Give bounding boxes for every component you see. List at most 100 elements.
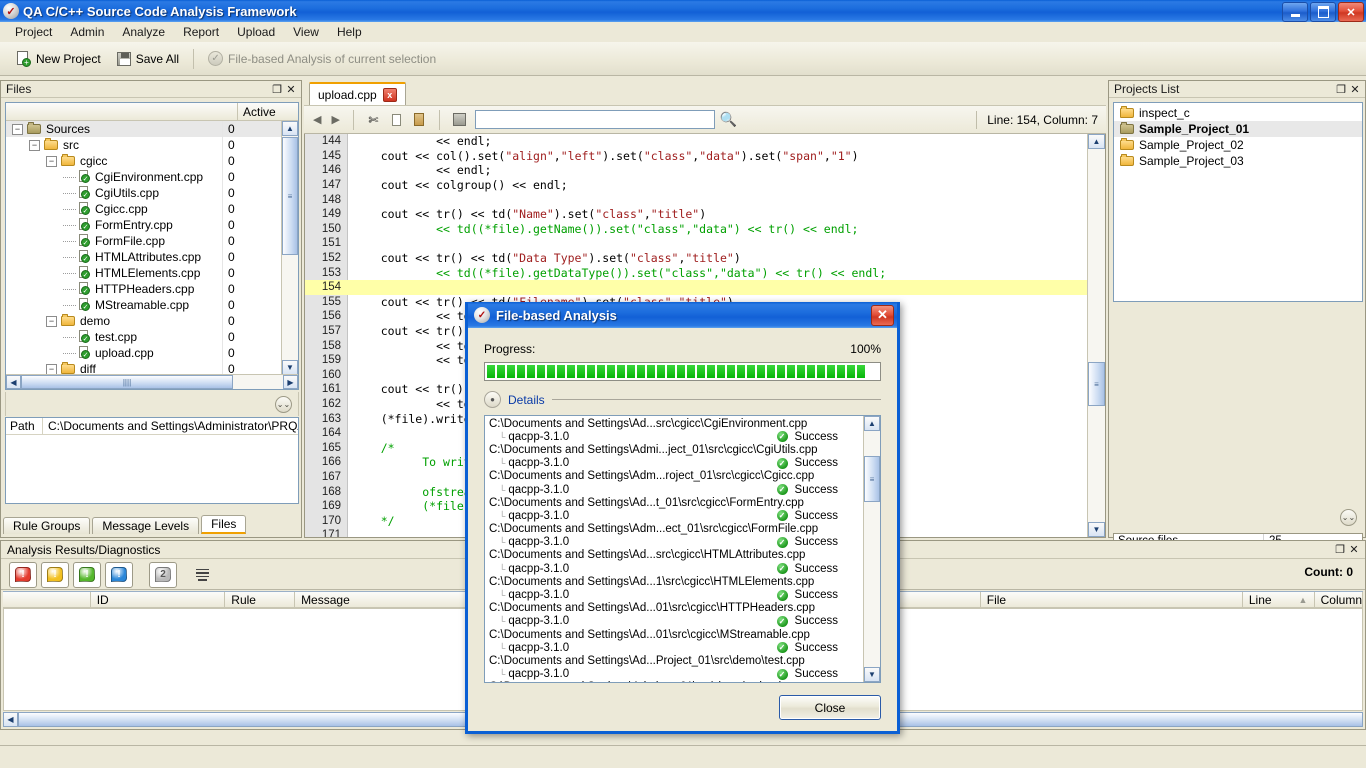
details-toggle-icon[interactable]: ● — [484, 391, 501, 408]
diag-col-column[interactable]: Column — [1315, 592, 1363, 607]
tree-item[interactable]: upload.cpp0 — [6, 345, 282, 361]
minimize-button[interactable] — [1282, 2, 1308, 22]
analysis-entry-path[interactable]: C:\Documents and Settings\Ad...01\src\cg… — [485, 602, 864, 615]
tree-item[interactable]: FormFile.cpp0 — [6, 233, 282, 249]
tree-expander-icon[interactable]: − — [46, 156, 57, 167]
paste-icon[interactable] — [410, 110, 429, 129]
chevron-down-icon[interactable]: ⌄⌄ — [275, 396, 292, 413]
scroll-left-arrow-icon[interactable]: ◀ — [6, 375, 21, 389]
files-panel-close-icon[interactable]: ✕ — [284, 83, 298, 96]
scroll-up-arrow-icon[interactable]: ▲ — [864, 416, 880, 431]
tree-expander-icon[interactable]: − — [46, 364, 57, 375]
severity-filter-info-green[interactable]: ! — [73, 562, 101, 588]
analysis-entry-tool-row[interactable]: └qacpp-3.1.0✓Success — [485, 536, 864, 549]
tree-item[interactable]: HTTPHeaders.cpp0 — [6, 281, 282, 297]
files-tree-vscrollbar[interactable]: ▲ ≡ ▼ — [281, 121, 298, 375]
files-tree-body[interactable]: −Sources0−src0−cgicc0CgiEnvironment.cpp0… — [6, 121, 282, 375]
analysis-entry-tool-row[interactable]: └qacpp-3.1.0✓Success — [485, 457, 864, 470]
analysis-entry-path[interactable]: C:\Documents and Settings\Ad...1\src\cgi… — [485, 575, 864, 588]
files-panel-tab-message-levels[interactable]: Message Levels — [92, 517, 199, 534]
severity-filter-warning[interactable]: ! — [41, 562, 69, 588]
analysis-entry-tool-row[interactable]: └qacpp-3.1.0✓Success — [485, 509, 864, 522]
tree-item[interactable]: CgiEnvironment.cpp0 — [6, 169, 282, 185]
diag-col-file[interactable]: File — [981, 592, 1243, 607]
editor-tab-close-icon[interactable]: x — [383, 88, 397, 102]
save-icon[interactable] — [450, 110, 469, 129]
tree-expander-icon[interactable]: − — [46, 316, 57, 327]
analysis-entry-tool-row[interactable]: └qacpp-3.1.0✓Success — [485, 588, 864, 601]
file-based-analysis-button[interactable]: ✓ File-based Analysis of current selecti… — [200, 48, 444, 69]
code-line[interactable]: 150 << td((*file).getName()).set("class"… — [305, 222, 1088, 237]
tree-item[interactable]: FormEntry.cpp0 — [6, 217, 282, 233]
menu-view[interactable]: View — [284, 23, 328, 41]
files-tree-hscrollbar[interactable]: ◀ |||| ▶ — [6, 374, 298, 389]
code-line[interactable]: 146 << endl; — [305, 163, 1088, 178]
tree-item[interactable]: −src0 — [6, 137, 282, 153]
dialog-close-icon[interactable]: ✕ — [871, 305, 894, 326]
editor-tab-upload-cpp[interactable]: upload.cpp x — [309, 82, 406, 105]
list-options-menu-icon[interactable] — [191, 564, 213, 586]
analysis-entry-tool-row[interactable]: └qacpp-3.1.0✓Success — [485, 483, 864, 496]
code-line[interactable]: 144 << endl; — [305, 134, 1088, 149]
analysis-entry-path[interactable]: C:\Documents and Settings\Ad...t_01\src\… — [485, 496, 864, 509]
files-tree-hscroll-thumb[interactable]: |||| — [21, 375, 233, 389]
files-tree[interactable]: Active −Sources0−src0−cgicc0CgiEnvironme… — [5, 102, 299, 390]
analysis-entry-path[interactable]: C:\Documents and Settings\Ad...ject_01\s… — [485, 681, 864, 682]
restore-button[interactable] — [1310, 2, 1336, 22]
projects-panel-restore-icon[interactable]: ❐ — [1334, 83, 1348, 96]
analysis-entry-path[interactable]: C:\Documents and Settings\Admi...ject_01… — [485, 443, 864, 456]
analysis-entry-path[interactable]: C:\Documents and Settings\Adm...roject_0… — [485, 470, 864, 483]
new-project-button[interactable]: + New Project — [8, 48, 109, 70]
files-panel-tab-rule-groups[interactable]: Rule Groups — [3, 517, 90, 534]
diagnostics-restore-icon[interactable]: ❐ — [1333, 543, 1347, 556]
tree-expander-icon[interactable]: − — [12, 124, 23, 135]
code-line[interactable]: 148 — [305, 192, 1088, 207]
editor-vscrollbar[interactable]: ▲ ≡ ▼ — [1087, 134, 1105, 537]
files-panel-tab-files[interactable]: Files — [201, 515, 246, 534]
code-line[interactable]: 152 cout << tr() << td("Data Type").set(… — [305, 251, 1088, 266]
editor-scroll-down-icon[interactable]: ▼ — [1088, 522, 1105, 537]
tree-item[interactable]: CgiUtils.cpp0 — [6, 185, 282, 201]
diag-col-id[interactable]: ID — [91, 592, 226, 607]
severity-filter-suppressed[interactable]: 2 — [149, 562, 177, 588]
search-icon[interactable]: 🔍 — [719, 110, 738, 129]
files-panel-restore-icon[interactable]: ❐ — [270, 83, 284, 96]
tree-item[interactable]: MStreamable.cpp0 — [6, 297, 282, 313]
chevron-down-icon[interactable]: ⌄⌄ — [1340, 509, 1357, 526]
tree-item[interactable]: test.cpp0 — [6, 329, 282, 345]
severity-filter-error[interactable]: ! — [9, 562, 37, 588]
cut-icon[interactable]: ✄ — [364, 110, 383, 129]
analysis-entry-tool-row[interactable]: └qacpp-3.1.0✓Success — [485, 615, 864, 628]
diagnostics-close-icon[interactable]: ✕ — [1347, 543, 1361, 556]
analysis-list-vscroll-thumb[interactable]: ≡ — [864, 456, 880, 502]
menu-report[interactable]: Report — [174, 23, 228, 41]
tree-item[interactable]: −Sources0 — [6, 121, 282, 137]
save-all-button[interactable]: Save All — [109, 49, 187, 69]
analysis-entry-path[interactable]: C:\Documents and Settings\Ad...src\cgicc… — [485, 417, 864, 430]
analysis-entry-path[interactable]: C:\Documents and Settings\Adm...ect_01\s… — [485, 523, 864, 536]
severity-filter-info-blue[interactable]: ! — [105, 562, 133, 588]
analysis-list-vscrollbar[interactable]: ▲ ≡ ▼ — [863, 416, 880, 682]
tree-item[interactable]: Cgicc.cpp0 — [6, 201, 282, 217]
analysis-entry-tool-row[interactable]: └qacpp-3.1.0✓Success — [485, 641, 864, 654]
analysis-entry-tool-row[interactable]: └qacpp-3.1.0✓Success — [485, 562, 864, 575]
diag-col-rule[interactable]: Rule — [225, 592, 295, 607]
project-list-item[interactable]: Sample_Project_03 — [1114, 153, 1362, 169]
tree-expander-icon[interactable]: − — [29, 140, 40, 151]
analysis-entry-path[interactable]: C:\Documents and Settings\Ad...Project_0… — [485, 654, 864, 667]
code-line[interactable]: 154 — [305, 280, 1088, 295]
menu-admin[interactable]: Admin — [61, 23, 113, 41]
editor-vscroll-thumb[interactable]: ≡ — [1088, 362, 1105, 406]
code-line[interactable]: 149 cout << tr() << td("Name").set("clas… — [305, 207, 1088, 222]
projects-list[interactable]: inspect_cSample_Project_01Sample_Project… — [1113, 102, 1363, 302]
search-input[interactable] — [475, 110, 715, 129]
analysis-entry-tool-row[interactable]: └qacpp-3.1.0✓Success — [485, 668, 864, 681]
analysis-entry-path[interactable]: C:\Documents and Settings\Ad...src\cgicc… — [485, 549, 864, 562]
project-list-item[interactable]: Sample_Project_01 — [1114, 121, 1362, 137]
menu-analyze[interactable]: Analyze — [113, 23, 174, 41]
editor-scroll-up-icon[interactable]: ▲ — [1088, 134, 1105, 149]
copy-icon[interactable] — [387, 110, 406, 129]
scroll-left-arrow-icon[interactable]: ◀ — [3, 712, 18, 727]
scroll-right-arrow-icon[interactable]: ▶ — [283, 375, 298, 389]
analysis-entry-tool-row[interactable]: └qacpp-3.1.0✓Success — [485, 430, 864, 443]
